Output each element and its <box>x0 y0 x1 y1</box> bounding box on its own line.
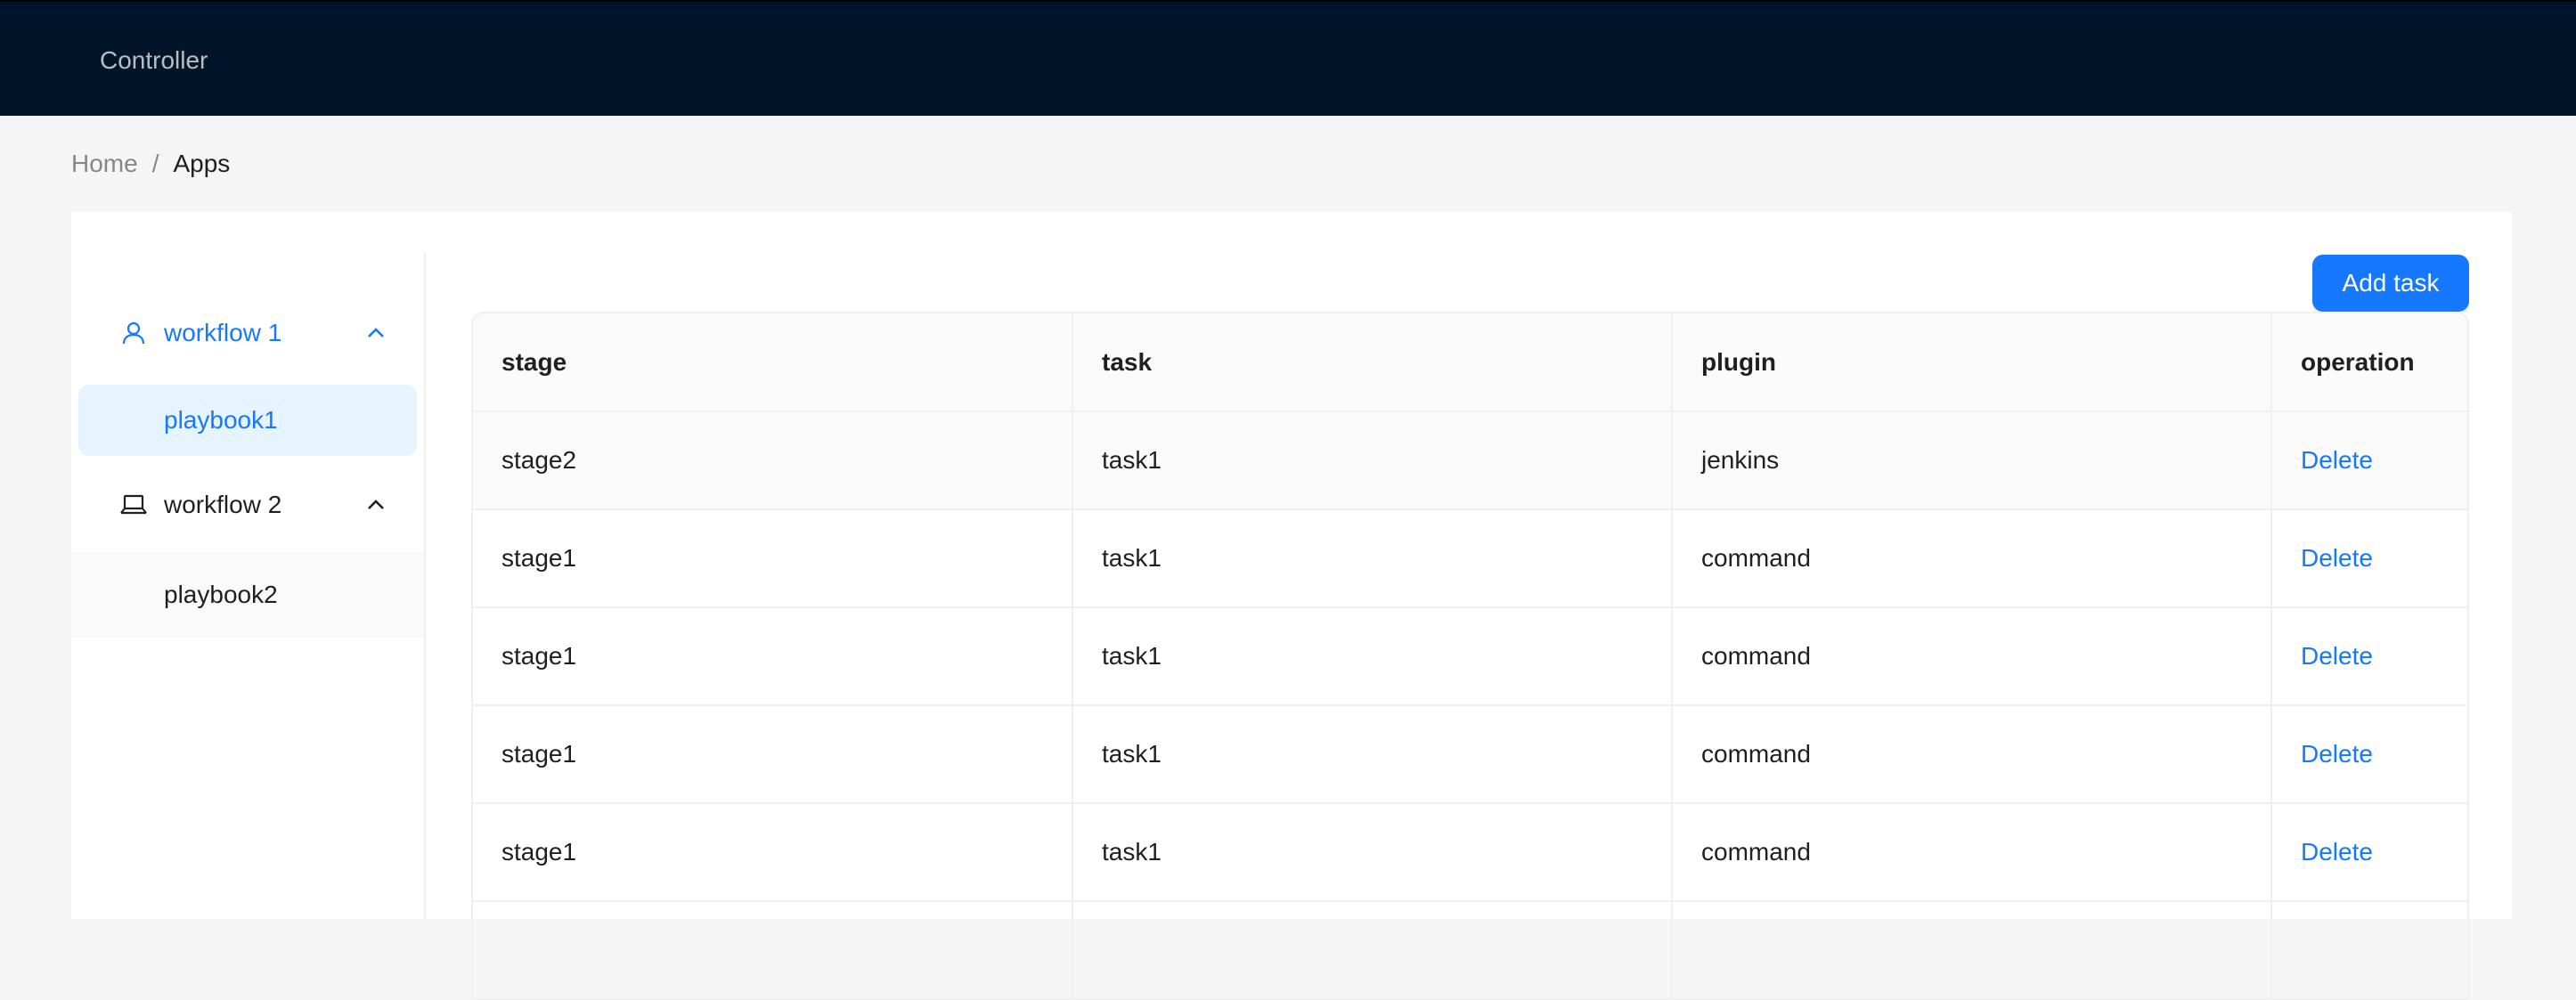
cell-operation: Delete <box>2271 607 2467 706</box>
content-panel: workflow 1 playbook1 workflow 2 playbook… <box>71 212 2512 1000</box>
cell-task: task1 <box>1072 411 1673 510</box>
delete-link[interactable]: Delete <box>2301 446 2373 474</box>
table-header-row: stage task plugin operation <box>473 313 2467 412</box>
cell-task: task1 <box>1072 803 1673 902</box>
column-header-stage: stage <box>473 313 1073 412</box>
table-row: stage1 task1 command Delete <box>473 607 2467 706</box>
delete-link[interactable]: Delete <box>2301 838 2373 866</box>
sidebar-item-playbook1[interactable]: playbook1 <box>78 385 417 456</box>
app-brand[interactable]: Controller <box>100 43 208 78</box>
sidebar-submenu-workflow-1: playbook1 <box>71 378 424 463</box>
cell-stage: stage1 <box>473 607 1073 706</box>
table-row: stage2 task1 jenkins Delete <box>473 411 2467 510</box>
cell-operation: Delete <box>2271 509 2467 608</box>
column-header-plugin: plugin <box>1672 313 2272 412</box>
cell-operation <box>2271 901 2467 1000</box>
table-row: stage1 task1 command Delete <box>473 509 2467 608</box>
cell-operation: Delete <box>2271 411 2467 510</box>
table-row <box>473 901 2467 1000</box>
cell-stage: stage2 <box>473 411 1073 510</box>
cell-task <box>1072 901 1673 1000</box>
chevron-up-icon <box>365 494 387 516</box>
sidebar-item-playbook2[interactable]: playbook2 <box>78 559 417 630</box>
cell-task: task1 <box>1072 607 1673 706</box>
tasks-table: stage task plugin operation stage2 task1… <box>471 312 2469 1000</box>
cell-stage: stage1 <box>473 705 1073 804</box>
sidebar-group-workflow-1[interactable]: workflow 1 <box>71 297 424 369</box>
breadcrumb-home[interactable]: Home <box>71 146 138 182</box>
sidebar-item-label: playbook1 <box>164 406 278 434</box>
sidebar-submenu-workflow-2: playbook2 <box>71 552 424 638</box>
breadcrumb-separator: / <box>151 150 159 177</box>
cell-stage: stage1 <box>473 803 1073 902</box>
cell-task: task1 <box>1072 705 1673 804</box>
add-task-button[interactable]: Add task <box>2312 255 2469 312</box>
cell-plugin: command <box>1672 803 2272 902</box>
cell-operation: Delete <box>2271 803 2467 902</box>
table-row: stage1 task1 command Delete <box>473 803 2467 902</box>
sidebar-item-label: playbook2 <box>164 581 278 608</box>
cell-plugin: jenkins <box>1672 411 2272 510</box>
cell-stage <box>473 901 1073 1000</box>
cell-plugin: command <box>1672 607 2272 706</box>
cell-stage: stage1 <box>473 509 1073 608</box>
delete-link[interactable]: Delete <box>2301 642 2373 670</box>
sidebar-menu: workflow 1 playbook1 workflow 2 playbook… <box>71 253 426 919</box>
cell-task: task1 <box>1072 509 1673 608</box>
table-row: stage1 task1 command Delete <box>473 705 2467 804</box>
breadcrumb: Home / Apps <box>71 146 230 182</box>
cell-plugin: command <box>1672 705 2272 804</box>
cell-operation: Delete <box>2271 705 2467 804</box>
cell-plugin: command <box>1672 509 2272 608</box>
user-icon <box>119 319 148 347</box>
chevron-up-icon <box>365 322 387 344</box>
sidebar-group-label: workflow 1 <box>164 319 282 346</box>
column-header-operation: operation <box>2271 313 2467 412</box>
delete-link[interactable]: Delete <box>2301 740 2373 768</box>
top-header: Controller <box>0 0 2576 116</box>
sidebar-group-label: workflow 2 <box>164 491 282 518</box>
sidebar-group-workflow-2[interactable]: workflow 2 <box>71 469 424 541</box>
cell-plugin <box>1672 901 2272 1000</box>
delete-link[interactable]: Delete <box>2301 544 2373 572</box>
column-header-task: task <box>1072 313 1673 412</box>
laptop-icon <box>119 491 148 519</box>
breadcrumb-current: Apps <box>173 150 231 177</box>
